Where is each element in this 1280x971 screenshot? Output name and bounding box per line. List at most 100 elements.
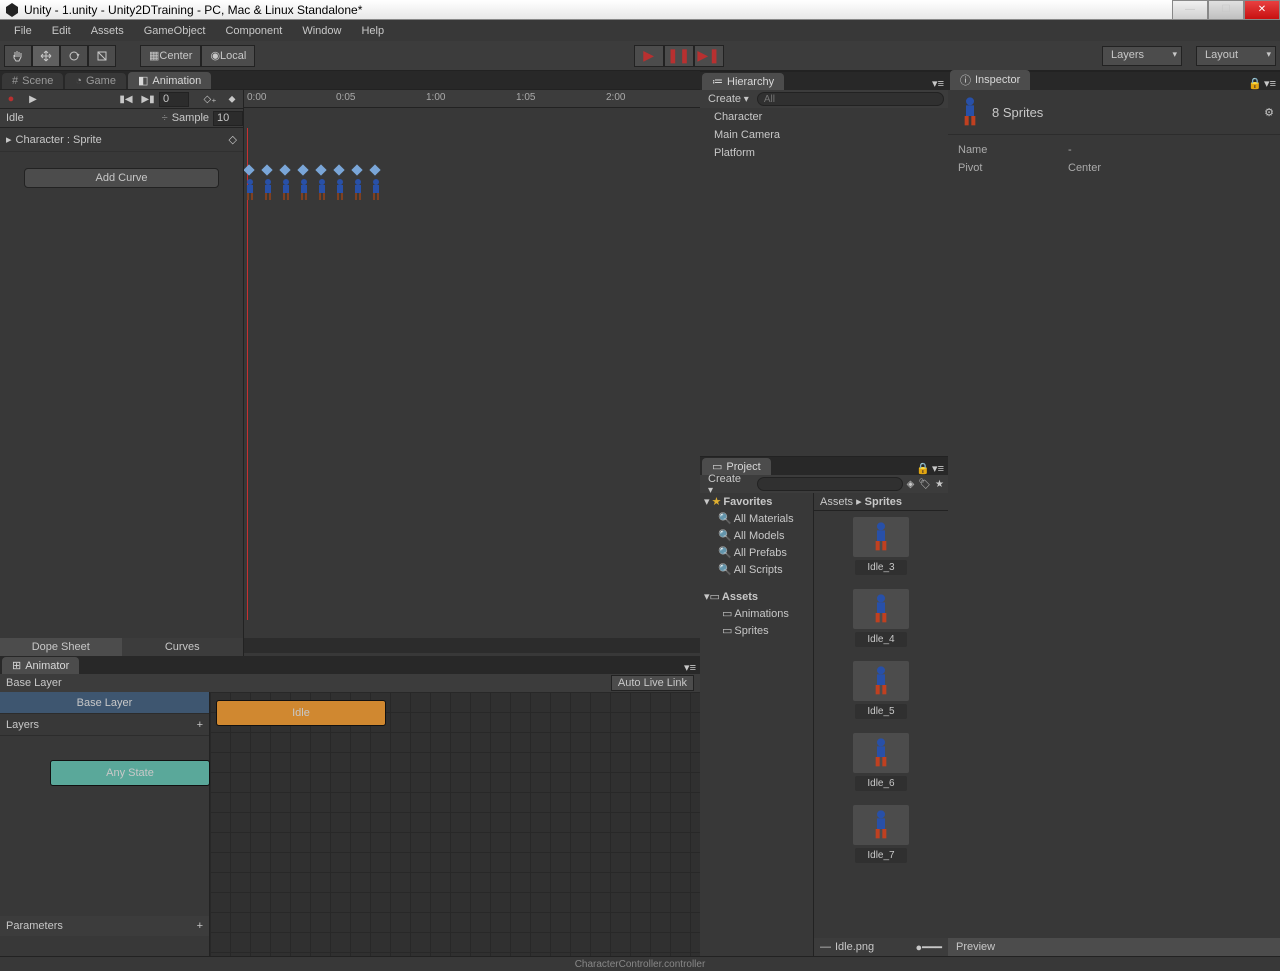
sample-label: Sample [168,112,213,124]
inspector-header: 8 Sprites ⚙ [948,90,1280,134]
assets-header[interactable]: ▾▭ Assets [700,588,813,605]
auto-live-link-toggle[interactable]: Auto Live Link [611,675,694,691]
maximize-button[interactable]: ☐ [1208,0,1244,20]
state-node-anystate[interactable]: Any State [50,760,210,786]
keyframe[interactable] [369,164,380,175]
anim-play-button[interactable]: ▶ [22,91,44,107]
sprite-asset[interactable]: Idle_3 [853,517,909,575]
inspector-thumb-icon [954,96,986,128]
animation-panel: ● ▶ ▮◀ ▶▮ ◇₊ ⬥ Idle ÷ [0,89,700,656]
favorite-item[interactable]: 🔍All Materials [700,510,813,527]
animator-breadcrumb[interactable]: Base Layer [6,677,62,689]
clip-dropdown[interactable]: Idle [0,112,162,124]
hierarchy-item[interactable]: Platform [700,144,948,162]
state-node-idle[interactable]: Idle [216,700,386,726]
hierarchy-item[interactable]: Main Camera [700,126,948,144]
timeline-scrollbar[interactable] [244,638,700,653]
keyframe[interactable] [244,164,255,175]
foldout-icon[interactable]: ▸ [6,133,12,146]
dope-sheet-tab[interactable]: Dope Sheet [0,638,122,656]
search-label-icon[interactable]: 🏷 [918,479,931,490]
project-breadcrumb[interactable]: Assets ▸ Sprites [814,493,948,511]
lock-icon[interactable]: 🔒 [916,462,930,475]
unity-logo-icon [4,2,20,18]
keyframe[interactable] [333,164,344,175]
menu-window[interactable]: Window [292,22,351,40]
layout-dropdown[interactable]: Layout [1196,46,1276,66]
play-button[interactable]: ▶ [634,45,664,67]
rotate-tool-button[interactable] [60,45,88,67]
keyframe[interactable] [261,164,272,175]
close-button[interactable]: ✕ [1244,0,1280,20]
hierarchy-item[interactable]: Character [700,108,948,126]
hand-tool-button[interactable] [4,45,32,67]
layers-header: Layers + [0,714,209,736]
preview-bar[interactable]: Preview [948,938,1280,956]
animator-menu-icon[interactable]: ▾≡ [684,661,696,674]
sprite-asset[interactable]: Idle_5 [853,661,909,719]
tab-game[interactable]: ◔ Game [65,73,126,89]
sprite-asset[interactable]: Idle_6 [853,733,909,791]
space-toggle[interactable]: ◉ Local [201,45,255,67]
minimize-button[interactable]: — [1172,0,1208,20]
property-row[interactable]: ▸ Character : Sprite ◇ [0,128,243,152]
menu-edit[interactable]: Edit [42,22,81,40]
folder-item[interactable]: ▭ Animations [700,605,813,622]
step-button[interactable]: ▶❚ [694,45,724,67]
keyframe[interactable] [279,164,290,175]
frame-field[interactable] [159,92,189,107]
tab-animation[interactable]: ◧ Animation [128,72,211,89]
layer-base[interactable]: Base Layer [0,692,209,714]
pivot-toggle[interactable]: ▦ Center [140,45,201,67]
sample-field[interactable] [213,111,243,126]
add-event-button[interactable]: ⬥ [221,91,243,107]
inspector-lock-icon[interactable]: 🔒 [1248,77,1262,90]
tab-inspector[interactable]: ⓘ Inspector [950,70,1030,90]
menu-gameobject[interactable]: GameObject [134,22,216,40]
keyframe[interactable] [315,164,326,175]
next-frame-button[interactable]: ▶▮ [137,91,159,107]
prev-frame-button[interactable]: ▮◀ [115,91,137,107]
favorites-header[interactable]: ▾★Favorites [700,493,813,510]
menu-file[interactable]: File [4,22,42,40]
folder-item[interactable]: ▭ Sprites [700,622,813,639]
pause-button[interactable]: ❚❚ [664,45,694,67]
window-titlebar: Unity - 1.unity - Unity2DTraining - PC, … [0,0,1280,20]
search-save-icon[interactable]: ★ [935,479,944,490]
project-menu-icon[interactable]: ▾≡ [932,462,944,475]
move-tool-button[interactable] [32,45,60,67]
keyframe[interactable] [297,164,308,175]
timeline-body[interactable] [244,128,700,620]
add-parameter-button[interactable]: + [197,920,203,932]
inspector-settings-icon[interactable]: ⚙ [1264,106,1274,119]
timeline-ruler[interactable]: 0:00 0:05 1:00 1:05 2:00 [244,90,700,108]
add-curve-button[interactable]: Add Curve [24,168,219,188]
layers-dropdown[interactable]: Layers [1102,46,1182,66]
add-keyframe-button[interactable]: ◇₊ [199,91,221,107]
hierarchy-create-dropdown[interactable]: Create ▾ [704,93,753,105]
search-filter-icon[interactable]: ◈ [907,479,915,490]
sprite-asset[interactable]: Idle_4 [853,589,909,647]
tab-animator[interactable]: ⊞ Animator [2,657,79,674]
menu-help[interactable]: Help [351,22,394,40]
favorite-item[interactable]: 🔍All Models [700,527,813,544]
pivot-value: Center [1068,162,1101,174]
tab-hierarchy[interactable]: ≔ Hierarchy [702,73,784,90]
tab-scene[interactable]: # Scene [2,73,63,89]
menu-component[interactable]: Component [215,22,292,40]
animator-graph[interactable]: Idle Any State [210,692,700,956]
property-menu-icon[interactable]: ◇ [229,133,237,146]
menu-assets[interactable]: Assets [81,22,134,40]
add-layer-button[interactable]: + [197,719,203,731]
record-button[interactable]: ● [0,91,22,107]
inspector-menu-icon[interactable]: ▾≡ [1264,77,1276,90]
scale-tool-button[interactable] [88,45,116,67]
project-search[interactable] [757,477,903,491]
keyframe[interactable] [351,164,362,175]
curves-tab[interactable]: Curves [122,638,244,656]
sprite-asset[interactable]: Idle_7 [853,805,909,863]
hierarchy-search[interactable] [757,92,944,106]
favorite-item[interactable]: 🔍All Scripts [700,561,813,578]
favorite-item[interactable]: 🔍All Prefabs [700,544,813,561]
hierarchy-menu-icon[interactable]: ▾≡ [932,77,944,90]
